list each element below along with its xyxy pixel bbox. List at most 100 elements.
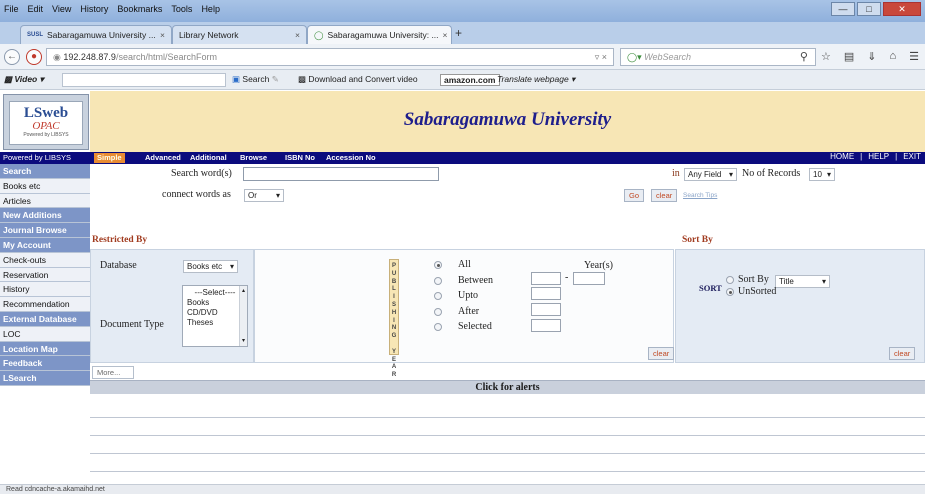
menu-tools[interactable]: Tools	[171, 4, 192, 14]
records-label: No of Records	[742, 168, 801, 179]
tab-browse[interactable]: Browse	[237, 153, 270, 163]
browser-title-bar: File Edit View History Bookmarks Tools Help — …	[0, 0, 925, 22]
toolbar-search-field[interactable]	[62, 73, 226, 87]
sidebar-item-loc[interactable]: LOC	[0, 326, 90, 342]
tab-sabaragamuwa-1[interactable]: SUSL Sabaragamuwa University ... ×	[20, 25, 172, 44]
sidebar-item-history[interactable]: History	[0, 282, 90, 298]
url-bar[interactable]: ◉ 192.248.87.9/search/html/SearchForm ▿ …	[46, 48, 614, 66]
doctype-option[interactable]: Theses	[187, 318, 243, 328]
home-icon[interactable]: ⌂	[889, 50, 896, 63]
menu-view[interactable]: View	[52, 4, 71, 14]
unsorted-radio[interactable]	[726, 288, 734, 296]
menu-file[interactable]: File	[4, 4, 19, 14]
doctype-option[interactable]: Books	[187, 298, 243, 308]
tab-library-network[interactable]: Library Network ×	[172, 25, 307, 44]
download-video-button[interactable]: ▩ Download and Convert video	[298, 74, 418, 85]
tab-isbn-no[interactable]: ISBN No	[282, 153, 318, 163]
back-arrow-icon[interactable]: ←	[4, 49, 20, 65]
database-select[interactable]: Books etc	[183, 260, 238, 273]
upto-input[interactable]	[531, 287, 561, 300]
sidebar-item-feedback[interactable]: Feedback	[0, 356, 90, 372]
video-button[interactable]: ▩ Video ▾	[4, 74, 44, 85]
between-from-input[interactable]	[531, 272, 561, 285]
close-tab-icon[interactable]: ×	[295, 30, 300, 40]
top-links: HOME | HELP | EXIT	[830, 152, 921, 161]
sidebar-item-recommendation[interactable]: Recommendation	[0, 297, 90, 312]
download-icon[interactable]: ⇓	[867, 50, 876, 63]
search-words-input[interactable]	[243, 167, 439, 181]
search-mode-nav: Simple Advanced Additional Browse ISBN N…	[90, 152, 925, 164]
between-to-input[interactable]	[573, 272, 605, 285]
tab-accession-no[interactable]: Accession No	[323, 153, 379, 163]
document-type-listbox[interactable]: ---Select---- Books CD/DVD Theses ▴ ▾	[182, 285, 248, 347]
sidebar-item-articles[interactable]: Articles	[0, 193, 90, 209]
more-tab[interactable]: More...	[92, 366, 134, 379]
tab-simple[interactable]: Simple	[94, 153, 125, 163]
exit-link[interactable]: EXIT	[903, 152, 921, 161]
tab-advanced[interactable]: Advanced	[142, 153, 184, 163]
year-radio-upto[interactable]	[434, 292, 442, 300]
maximize-button[interactable]: □	[857, 2, 881, 16]
search-clear-button[interactable]: clear	[651, 189, 678, 202]
search-icon[interactable]: ⚲	[800, 50, 808, 63]
sidebar-item-journal-browse[interactable]: Journal Browse	[0, 223, 90, 238]
menu-help[interactable]: Help	[201, 4, 220, 14]
alerts-bar[interactable]: Click for alerts	[90, 380, 925, 394]
home-link[interactable]: HOME	[830, 152, 854, 161]
sidebar-item-check-outs[interactable]: Check-outs	[0, 252, 90, 268]
sidebar-item-location-map[interactable]: Location Map	[0, 341, 90, 357]
sidebar-item-external-database[interactable]: External Database	[0, 311, 90, 327]
lsweb-opac-logo[interactable]: LSweb OPAC Powered by LIBSYS	[3, 94, 89, 150]
year-option-label: All	[458, 259, 471, 270]
sort-clear-button[interactable]: clear	[889, 347, 916, 360]
year-radio-all[interactable]	[434, 261, 442, 269]
sidebar-item-new-additions[interactable]: New Additions	[0, 208, 90, 224]
tab-sabaragamuwa-active[interactable]: ◯ Sabaragamuwa University: ... ×	[307, 25, 452, 44]
sort-by-radio[interactable]	[726, 276, 734, 284]
help-link[interactable]: HELP	[868, 152, 889, 161]
tab-label: Sabaragamuwa University: ...	[327, 30, 439, 40]
close-window-button[interactable]: ✕	[883, 2, 921, 16]
close-tab-icon[interactable]: ×	[160, 30, 165, 40]
search-tips-link[interactable]: Search Tips	[683, 192, 717, 199]
connect-select[interactable]: Or	[244, 189, 284, 202]
sidebar-item-my-account[interactable]: My Account	[0, 237, 90, 253]
sidebar-item-reservation[interactable]: Reservation	[0, 267, 90, 283]
home-icon[interactable]: ●	[26, 49, 42, 65]
download-label: Download and Convert video	[308, 74, 418, 84]
minimize-button[interactable]: —	[831, 2, 855, 16]
tab-label: Sabaragamuwa University ...	[47, 30, 156, 40]
close-tab-icon[interactable]: ×	[443, 30, 448, 40]
listbox-scrollbar[interactable]: ▴ ▾	[239, 286, 247, 346]
row-divider	[90, 453, 925, 454]
hamburger-menu-icon[interactable]: ☰	[909, 50, 919, 63]
sort-by-select[interactable]: Title	[775, 275, 830, 288]
star-bookmark-icon[interactable]: ☆	[821, 50, 831, 63]
browser-tool-icons: ⚲ ☆ ▤ ⇓ ⌂ ☰	[800, 50, 919, 63]
year-radio-after[interactable]	[434, 307, 442, 316]
new-tab-button[interactable]: +	[455, 26, 462, 40]
tab-additional[interactable]: Additional	[187, 153, 230, 163]
clipboard-icon[interactable]: ▤	[844, 50, 854, 63]
menu-edit[interactable]: Edit	[28, 4, 44, 14]
records-select[interactable]: 10	[809, 168, 835, 181]
year-radio-between[interactable]	[434, 276, 442, 285]
doctype-option[interactable]: ---Select----	[187, 288, 243, 298]
sidebar-item-search[interactable]: Search	[0, 164, 90, 179]
selected-input[interactable]	[531, 319, 561, 332]
go-button[interactable]: Go	[624, 189, 645, 202]
translate-button[interactable]: Translate webpage ▾	[497, 74, 575, 85]
sidebar-item-lsearch[interactable]: LSearch	[0, 371, 90, 386]
amazon-button[interactable]: amazon.com	[440, 74, 500, 86]
sidebar-item-books-etc[interactable]: Books etc	[0, 178, 90, 194]
after-input[interactable]	[531, 303, 561, 316]
restricted-clear-button[interactable]: clear	[648, 347, 675, 360]
tab-bar: SUSL Sabaragamuwa University ... × Libra…	[0, 22, 925, 44]
year-radio-selected[interactable]	[434, 323, 442, 331]
web-search-input[interactable]: ◯▾ WebSearch	[620, 48, 816, 66]
toolbar-search-button[interactable]: ▣ Search ✎	[232, 74, 279, 85]
doctype-option[interactable]: CD/DVD	[187, 308, 243, 318]
menu-bookmarks[interactable]: Bookmarks	[117, 4, 162, 14]
field-select[interactable]: Any Field	[684, 168, 737, 181]
menu-history[interactable]: History	[80, 4, 108, 14]
